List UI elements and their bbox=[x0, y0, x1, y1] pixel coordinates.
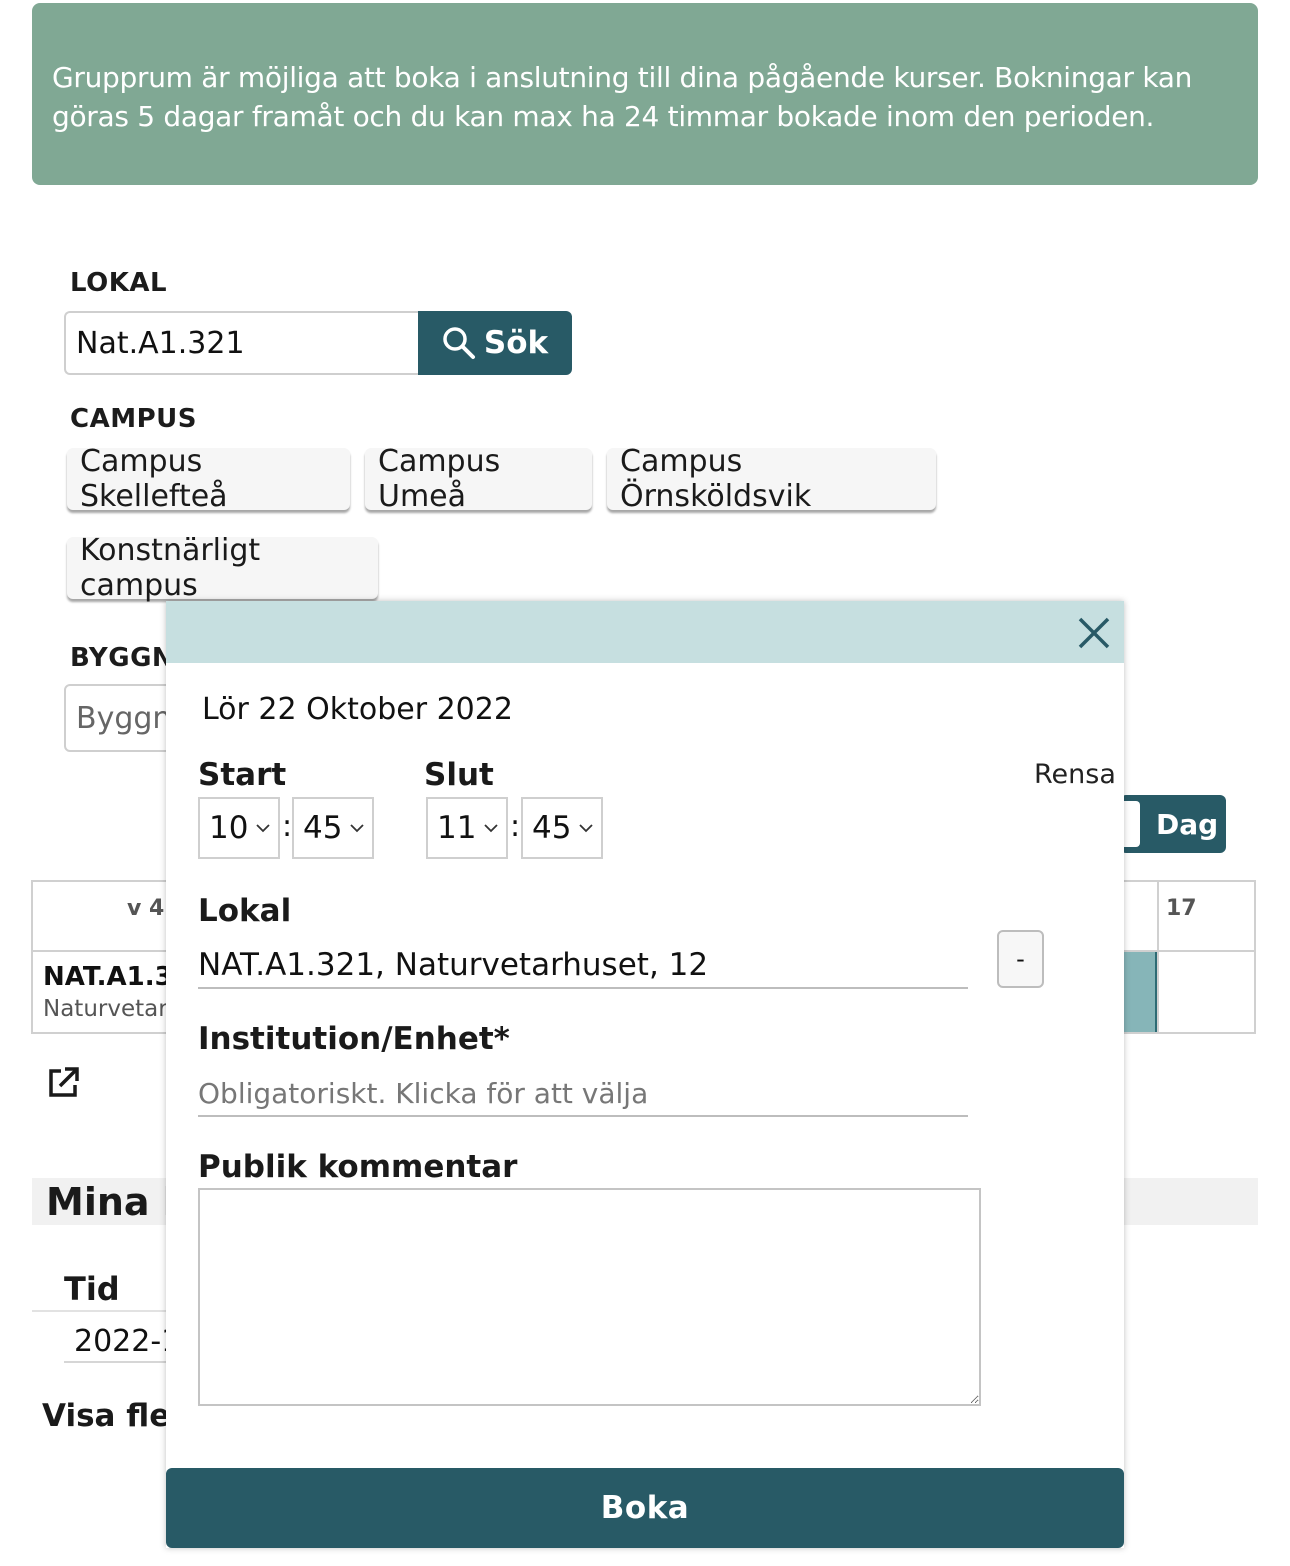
start-minute-value: 45 bbox=[303, 810, 343, 846]
campus-ornskoldsvik-button[interactable]: Campus Örnsköldsvik bbox=[607, 444, 936, 514]
chevron-down-icon bbox=[350, 824, 364, 833]
day-view-button[interactable]: Dag bbox=[1156, 795, 1218, 853]
start-time-separator: : bbox=[282, 809, 293, 844]
search-button[interactable]: Sök bbox=[418, 311, 572, 375]
booking-date: Lör 22 Oktober 2022 bbox=[202, 692, 513, 727]
campus-label: CAMPUS bbox=[70, 404, 197, 434]
modal-header bbox=[166, 601, 1124, 663]
campus-umea-button[interactable]: Campus Umeå bbox=[365, 444, 592, 514]
lokal-field-value: NAT.A1.321, Naturvetarhuset, 12 bbox=[198, 947, 968, 989]
external-link-icon[interactable] bbox=[46, 1064, 82, 1100]
public-comment-textarea[interactable] bbox=[198, 1188, 981, 1406]
clear-button[interactable]: Rensa bbox=[1034, 759, 1116, 790]
time-column-header: Tid bbox=[64, 1270, 120, 1308]
lokal-search-input[interactable]: Nat.A1.321 bbox=[64, 311, 420, 375]
chevron-down-icon bbox=[256, 824, 270, 833]
info-banner-text: Grupprum är möjliga att boka i anslutnin… bbox=[52, 61, 1193, 133]
lokal-label: LOKAL bbox=[70, 268, 168, 298]
search-button-label: Sök bbox=[483, 325, 549, 361]
calendar-column-divider bbox=[1157, 882, 1159, 1032]
end-label: Slut bbox=[424, 757, 494, 793]
chevron-down-icon bbox=[484, 824, 498, 833]
end-minute-value: 45 bbox=[532, 810, 572, 846]
start-hour-select[interactable]: 10 bbox=[198, 797, 280, 859]
campus-skelleftea-button[interactable]: Campus Skellefteå bbox=[67, 444, 350, 514]
close-icon[interactable] bbox=[1074, 613, 1114, 653]
remove-lokal-button[interactable]: - bbox=[997, 930, 1044, 988]
start-minute-select[interactable]: 45 bbox=[292, 797, 374, 859]
calendar-room-name: NAT.A1.3 bbox=[43, 962, 173, 992]
show-more-link[interactable]: Visa fler bbox=[42, 1398, 186, 1434]
end-minute-select[interactable]: 45 bbox=[521, 797, 603, 859]
end-hour-select[interactable]: 11 bbox=[426, 797, 508, 859]
booking-time-cell: 2022-1 bbox=[74, 1324, 181, 1359]
calendar-room-building: Naturvetarh bbox=[43, 996, 182, 1022]
search-icon bbox=[443, 327, 475, 359]
konstnarligt-campus-button[interactable]: Konstnärligt campus bbox=[67, 533, 378, 603]
view-toggle[interactable]: Dag bbox=[1120, 795, 1226, 853]
booking-modal: Lör 22 Oktober 2022 Start Slut Rensa 10 … bbox=[166, 601, 1124, 1548]
end-time-separator: : bbox=[510, 809, 521, 844]
info-banner: Grupprum är möjliga att boka i anslutnin… bbox=[32, 3, 1258, 185]
chevron-down-icon bbox=[579, 824, 593, 833]
institution-select[interactable]: Obligatoriskt. Klicka för att välja bbox=[198, 1077, 968, 1117]
institution-label: Institution/Enhet* bbox=[198, 1021, 510, 1057]
byggnad-label: BYGGN bbox=[70, 643, 175, 673]
calendar-day-header: 17 bbox=[1166, 896, 1197, 921]
lokal-field-label: Lokal bbox=[198, 893, 292, 929]
end-hour-value: 11 bbox=[437, 810, 477, 846]
lokal-search-value: Nat.A1.321 bbox=[76, 325, 245, 361]
book-button[interactable]: Boka bbox=[166, 1468, 1124, 1548]
start-hour-value: 10 bbox=[209, 810, 249, 846]
start-label: Start bbox=[198, 757, 287, 793]
public-comment-label: Publik kommentar bbox=[198, 1149, 518, 1185]
